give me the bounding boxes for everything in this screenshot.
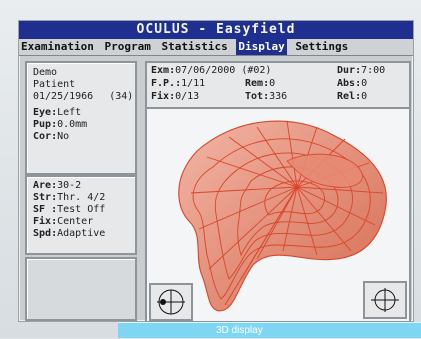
age-value: (34) — [109, 91, 134, 102]
rel-row: Rel:0 — [337, 91, 368, 102]
area-line: Are:30-2 — [33, 180, 82, 191]
pupil-line: Pup:0.0mm — [33, 119, 88, 130]
mesh-surface — [178, 120, 387, 312]
spd-label: Spd — [33, 228, 52, 239]
bottom-overlay-bar: 3D display — [118, 322, 421, 338]
are-value: 30-2 — [57, 180, 82, 191]
sf-value: Test Off — [57, 204, 106, 215]
menu-display[interactable]: Display — [236, 39, 287, 55]
spd-value: Adaptive — [57, 228, 106, 239]
sf-label: SF — [33, 204, 46, 215]
strategy-line: Str:Thr. 4/2 — [33, 192, 106, 203]
fixation-target-icon — [157, 289, 185, 315]
exam-info-panel: Exm:07/06/2000 (#02) Dur:7:00 F.P.:1/11 … — [145, 61, 411, 109]
fix-label: Fix — [151, 91, 170, 102]
fixation-line: Fix:Center — [33, 216, 94, 227]
3d-visual-field-plot — [145, 107, 411, 323]
menu-bar: Examination Program Statistics Display S… — [19, 39, 413, 56]
pup-value: 0.0mm — [57, 119, 88, 130]
eye-line: Eye:Left — [33, 107, 82, 118]
fix-value: 0/13 — [175, 91, 200, 102]
crosshair-button[interactable] — [363, 281, 407, 319]
str-value: Thr. 4/2 — [57, 192, 106, 203]
application-screen: OCULUS - Easyfield Examination Program S… — [18, 20, 414, 323]
abs-row: Abs:0 — [337, 78, 368, 89]
dur-row: Dur:7:00 — [337, 65, 386, 76]
patient-name-line1: Demo — [33, 67, 58, 78]
dur-value: 7:00 — [361, 65, 386, 76]
pup-label: Pup — [33, 119, 52, 130]
abs-value: 0 — [361, 78, 368, 89]
exm-value: 07/06/2000 (#02) — [175, 65, 272, 76]
fp-row: F.P.:1/11 — [151, 78, 206, 89]
menu-statistics[interactable]: Statistics — [159, 39, 229, 55]
rel-value: 0 — [361, 91, 368, 102]
fp-label: F.P. — [151, 78, 176, 89]
exm-label: Exm — [151, 65, 170, 76]
menu-settings[interactable]: Settings — [293, 39, 350, 55]
rem-value: 0 — [269, 78, 276, 89]
empty-panel — [25, 257, 137, 321]
dob-value: 01/25/1966 — [33, 91, 94, 102]
cor-label: Cor — [33, 131, 52, 142]
fp-value: 1/11 — [181, 78, 206, 89]
fix-row: Fix:0/13 — [151, 91, 200, 102]
str-label: Str — [33, 192, 52, 203]
app-title: OCULUS - Easyfield — [19, 21, 413, 39]
eye-label: Eye — [33, 107, 52, 118]
correction-line: Cor:No — [33, 131, 70, 142]
test-parameters-panel: Are:30-2 Str:Thr. 4/2 SF :Test Off Fix:C… — [25, 175, 137, 255]
fix-value: Center — [57, 216, 94, 227]
eye-value: Left — [57, 107, 82, 118]
menu-program[interactable]: Program — [102, 39, 152, 55]
menu-examination[interactable]: Examination — [19, 39, 96, 55]
dur-label: Dur — [337, 65, 356, 76]
rem-label: Rem — [245, 78, 264, 89]
rel-label: Rel — [337, 91, 356, 102]
tot-label: Tot — [245, 91, 264, 102]
patient-name-line2: Patient — [33, 79, 76, 90]
exm-row: Exm:07/06/2000 (#02) — [151, 65, 272, 76]
tot-value: 336 — [269, 91, 288, 102]
rem-row: Rem:0 — [245, 78, 276, 89]
fix-label: Fix — [33, 216, 52, 227]
sf-line: SF :Test Off — [33, 204, 106, 215]
fixation-target-button[interactable] — [149, 283, 193, 321]
speed-line: Spd:Adaptive — [33, 228, 106, 239]
patient-dob: 01/25/1966 (34) — [33, 91, 133, 102]
overlay-text: 3D display — [216, 325, 263, 336]
patient-panel: Demo Patient 01/25/1966 (34) Eye:Left Pu… — [25, 61, 137, 175]
tot-row: Tot:336 — [245, 91, 288, 102]
are-label: Are — [33, 180, 52, 191]
cor-value: No — [57, 131, 70, 142]
crosshair-icon — [371, 288, 399, 312]
abs-label: Abs — [337, 78, 356, 89]
